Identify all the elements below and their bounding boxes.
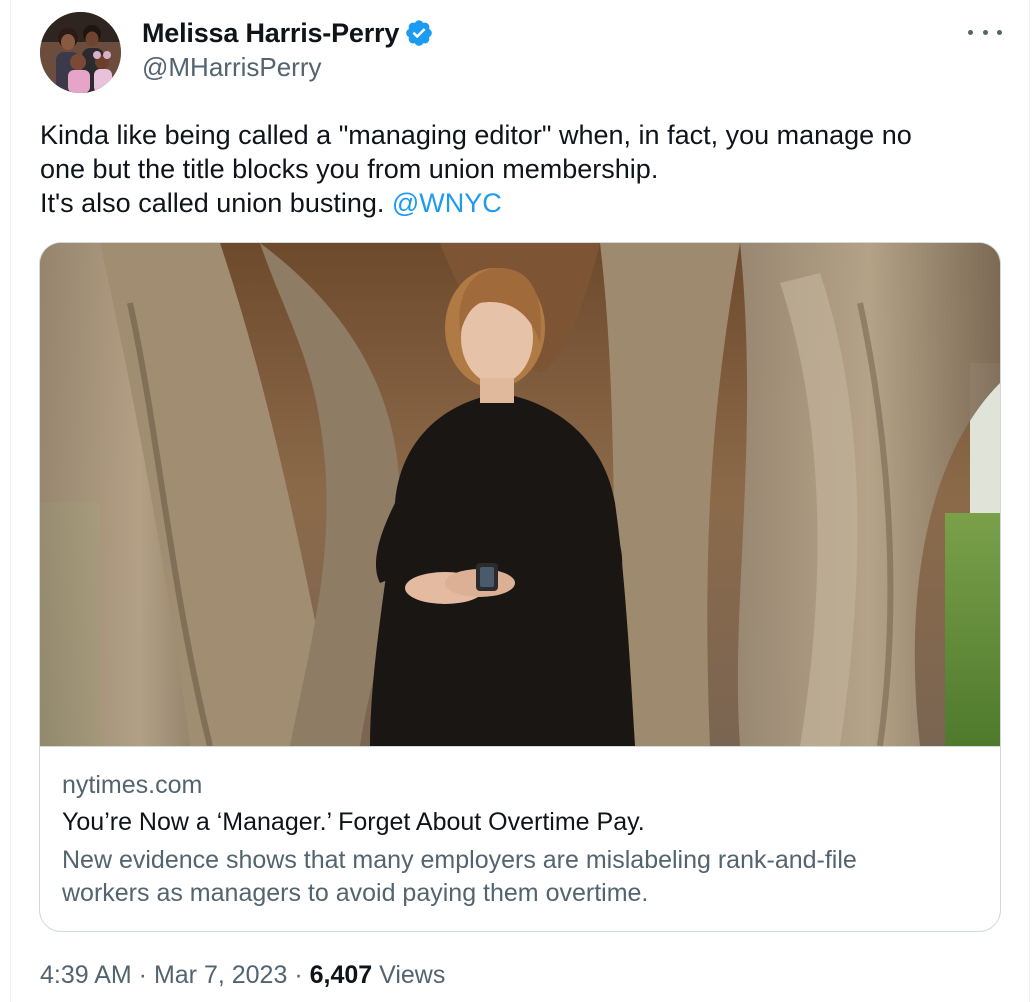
- author-handle[interactable]: @MHarrisPerry: [142, 52, 322, 83]
- tweet-text-line: one but the title blocks you from union …: [40, 154, 659, 184]
- meta-separator: ·: [131, 961, 154, 989]
- author-name-row[interactable]: Melissa Harris-Perry: [142, 16, 434, 50]
- tweet-date[interactable]: Mar 7, 2023: [154, 961, 287, 989]
- avatar-photo: [40, 12, 121, 93]
- tweet-text: Kinda like being called a "managing edit…: [40, 118, 1000, 220]
- views-label[interactable]: Views: [372, 961, 445, 989]
- tweet-time[interactable]: 4:39 AM: [40, 961, 132, 989]
- link-preview-card[interactable]: nytimes.com You’re Now a ‘Manager.’ Forg…: [39, 242, 1001, 932]
- link-preview-image[interactable]: [40, 243, 1000, 746]
- more-horizontal-icon[interactable]: [968, 20, 1002, 44]
- tweet-text-line: It's also called union busting. @WNYC: [40, 186, 1000, 220]
- tweet-text-line: Kinda like being called a "managing edit…: [40, 120, 912, 150]
- author-avatar[interactable]: [40, 12, 121, 93]
- tweet-meta: 4:39 AM · Mar 7, 2023 · 6,407 Views: [40, 961, 445, 990]
- card-description: New evidence shows that many employers a…: [62, 844, 982, 910]
- card-description-line: New evidence shows that many employers a…: [62, 846, 857, 874]
- card-title: You’re Now a ‘Manager.’ Forget About Ove…: [62, 808, 645, 836]
- card-divider: [40, 746, 1000, 747]
- card-description-line: workers as managers to avoid paying them…: [62, 879, 649, 907]
- more-dot: [982, 29, 988, 35]
- tweet-text-line-part: It's also called union busting.: [40, 188, 392, 218]
- meta-separator: ·: [287, 961, 310, 989]
- more-dot: [968, 29, 973, 35]
- views-count[interactable]: 6,407: [310, 961, 373, 989]
- more-dot: [997, 29, 1002, 35]
- author-display-name[interactable]: Melissa Harris-Perry: [142, 18, 399, 49]
- mention-link[interactable]: @WNYC: [392, 188, 502, 218]
- card-domain: nytimes.com: [62, 771, 203, 799]
- verified-badge-icon[interactable]: [404, 18, 434, 48]
